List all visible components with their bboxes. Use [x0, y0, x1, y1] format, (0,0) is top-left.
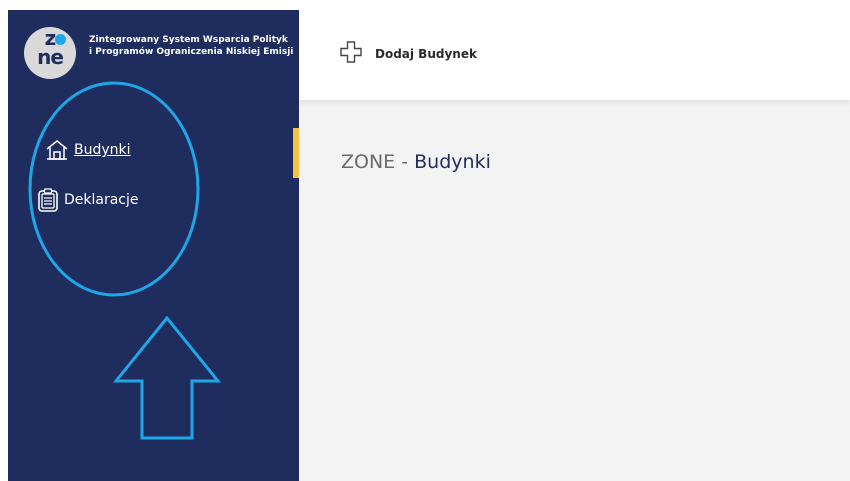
active-indicator	[293, 128, 299, 178]
page-title-section: Budynki	[414, 151, 491, 173]
sidebar-item-deklaracje[interactable]: Deklaracje	[37, 188, 139, 212]
logo-text: z ne	[24, 28, 76, 69]
add-building-label: Dodaj Budynek	[375, 47, 477, 61]
plus-outline-icon	[339, 40, 363, 68]
main-content: ZONE - Budynki	[299, 100, 850, 481]
clipboard-icon	[37, 188, 59, 212]
house-icon	[45, 139, 69, 161]
add-building-button[interactable]: Dodaj Budynek	[339, 40, 477, 68]
page-title-prefix: ZONE	[341, 151, 396, 173]
logo-text-bottom: ne	[37, 45, 64, 69]
sidebar-item-label: Budynki	[74, 142, 131, 158]
page-title-separator: -	[395, 151, 415, 173]
sidebar: z ne Zintegrowany System Wsparcia Polity…	[8, 10, 299, 481]
app-title: Zintegrowany System Wsparcia Polityk i P…	[89, 35, 294, 57]
sidebar-item-label: Deklaracje	[64, 192, 139, 208]
sidebar-item-budynki[interactable]: Budynki	[45, 139, 131, 161]
top-toolbar: Dodaj Budynek	[299, 10, 850, 100]
app-window: z ne Zintegrowany System Wsparcia Polity…	[0, 0, 850, 481]
page-title: ZONE - Budynki	[341, 151, 491, 173]
logo-dot	[55, 34, 66, 45]
zone-logo[interactable]: z ne	[24, 27, 76, 79]
